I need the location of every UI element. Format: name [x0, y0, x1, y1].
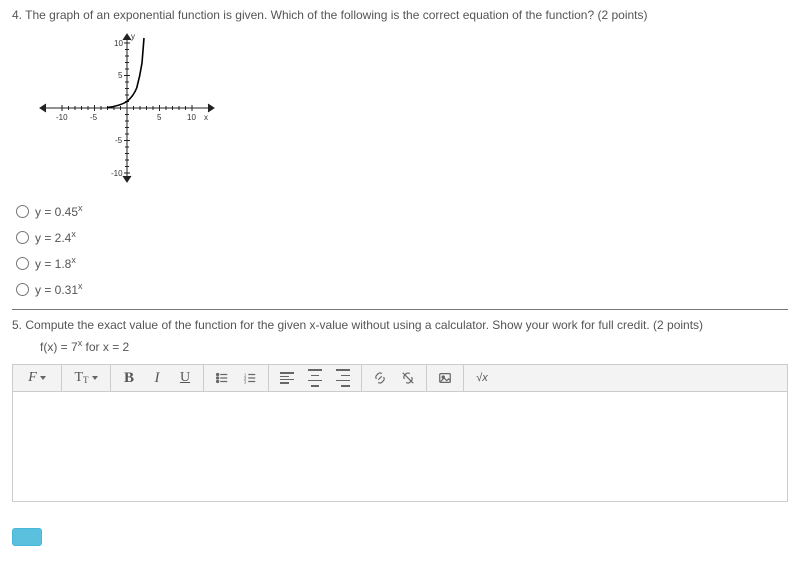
option-c-label: y = 1.8x [35, 255, 76, 271]
font-family-label: F [28, 370, 37, 386]
question-5: 5. Compute the exact value of the functi… [12, 318, 788, 546]
question-5-formula: f(x) = 7x for x = 2 [40, 338, 788, 354]
svg-text:-10: -10 [56, 113, 68, 122]
question-4-options: y = 0.45x y = 2.4x y = 1.8x y = 0.31x [16, 203, 788, 297]
question-divider [12, 309, 788, 310]
option-a-label: y = 0.45x [35, 203, 83, 219]
option-c[interactable]: y = 1.8x [16, 255, 788, 271]
unlink-icon [401, 371, 415, 385]
question-4-text: The graph of an exponential function is … [25, 8, 647, 22]
editor-toolbar: F TT B I U [12, 364, 788, 392]
option-d-radio[interactable] [16, 283, 29, 296]
svg-text:5: 5 [118, 71, 123, 80]
bullet-list-icon [215, 371, 229, 385]
align-left-button[interactable] [274, 367, 300, 389]
option-a-radio[interactable] [16, 205, 29, 218]
option-c-radio[interactable] [16, 257, 29, 270]
align-right-icon [336, 367, 350, 389]
question-4-number: 4. [12, 8, 22, 22]
caret-icon [92, 376, 98, 380]
link-button[interactable] [367, 367, 393, 389]
caret-icon [40, 376, 46, 380]
question-5-number: 5. [12, 318, 22, 332]
align-left-icon [280, 370, 294, 386]
graph-svg: -10 -5 5 10 x 10 5 -5 -10 y [32, 28, 222, 188]
svg-text:-5: -5 [115, 136, 123, 145]
question-4-prompt: 4. The graph of an exponential function … [12, 8, 788, 22]
question-4: 4. The graph of an exponential function … [12, 8, 788, 297]
bold-button[interactable]: B [116, 367, 142, 389]
svg-text:-5: -5 [90, 113, 98, 122]
align-right-button[interactable] [330, 367, 356, 389]
svg-text:x: x [204, 113, 208, 122]
image-button[interactable] [432, 367, 458, 389]
font-family-menu[interactable]: F [18, 367, 56, 389]
option-a[interactable]: y = 0.45x [16, 203, 788, 219]
font-size-menu[interactable]: TT [67, 367, 105, 389]
link-icon [373, 371, 387, 385]
svg-text:10: 10 [114, 39, 123, 48]
question-5-text: Compute the exact value of the function … [25, 318, 703, 332]
option-d-label: y = 0.31x [35, 281, 83, 297]
bullet-list-button[interactable] [209, 367, 235, 389]
svg-text:10: 10 [187, 113, 196, 122]
number-list-icon: 1 2 3 [243, 371, 257, 385]
svg-text:5: 5 [157, 113, 162, 122]
svg-text:y: y [131, 32, 135, 41]
editor-textarea[interactable] [12, 392, 788, 502]
equation-label: √x [476, 372, 488, 384]
answer-editor: F TT B I U [12, 364, 788, 502]
italic-button[interactable]: I [144, 367, 170, 389]
align-center-button[interactable] [302, 367, 328, 389]
option-b-label: y = 2.4x [35, 229, 76, 245]
graph-curve [107, 38, 144, 108]
question-5-prompt: 5. Compute the exact value of the functi… [12, 318, 788, 332]
number-list-button[interactable]: 1 2 3 [237, 367, 263, 389]
image-icon [438, 371, 452, 385]
underline-button[interactable]: U [172, 367, 198, 389]
option-d[interactable]: y = 0.31x [16, 281, 788, 297]
font-size-label: T [74, 370, 83, 386]
svg-text:-10: -10 [111, 169, 123, 178]
unlink-button[interactable] [395, 367, 421, 389]
option-b-radio[interactable] [16, 231, 29, 244]
equation-button[interactable]: √x [469, 367, 495, 389]
option-b[interactable]: y = 2.4x [16, 229, 788, 245]
question-4-graph: -10 -5 5 10 x 10 5 -5 -10 y [32, 28, 788, 191]
align-center-icon [308, 367, 322, 389]
svg-text:3: 3 [244, 379, 247, 384]
